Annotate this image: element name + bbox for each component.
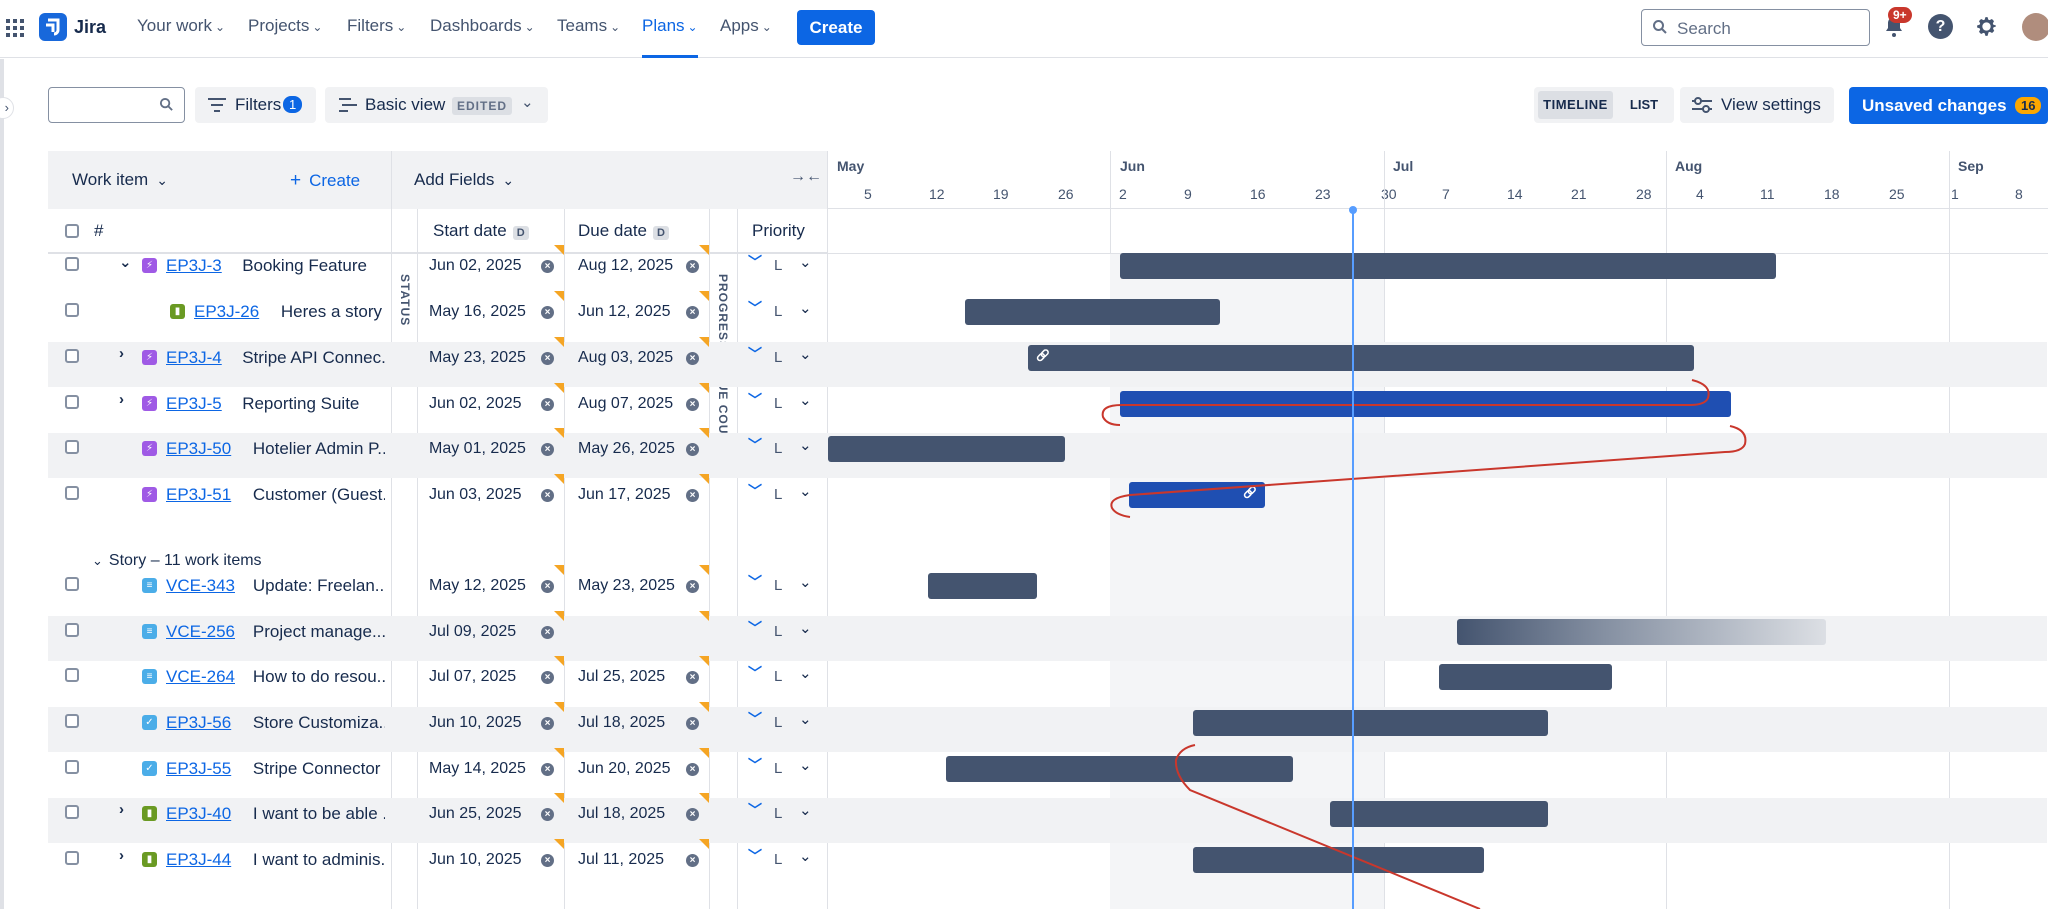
dependency-line [1174,744,1481,909]
dependency-line [1101,379,1710,426]
dependency-line [1110,425,1747,518]
timeline-overlay [1101,206,1747,909]
today-marker [1349,206,1357,214]
